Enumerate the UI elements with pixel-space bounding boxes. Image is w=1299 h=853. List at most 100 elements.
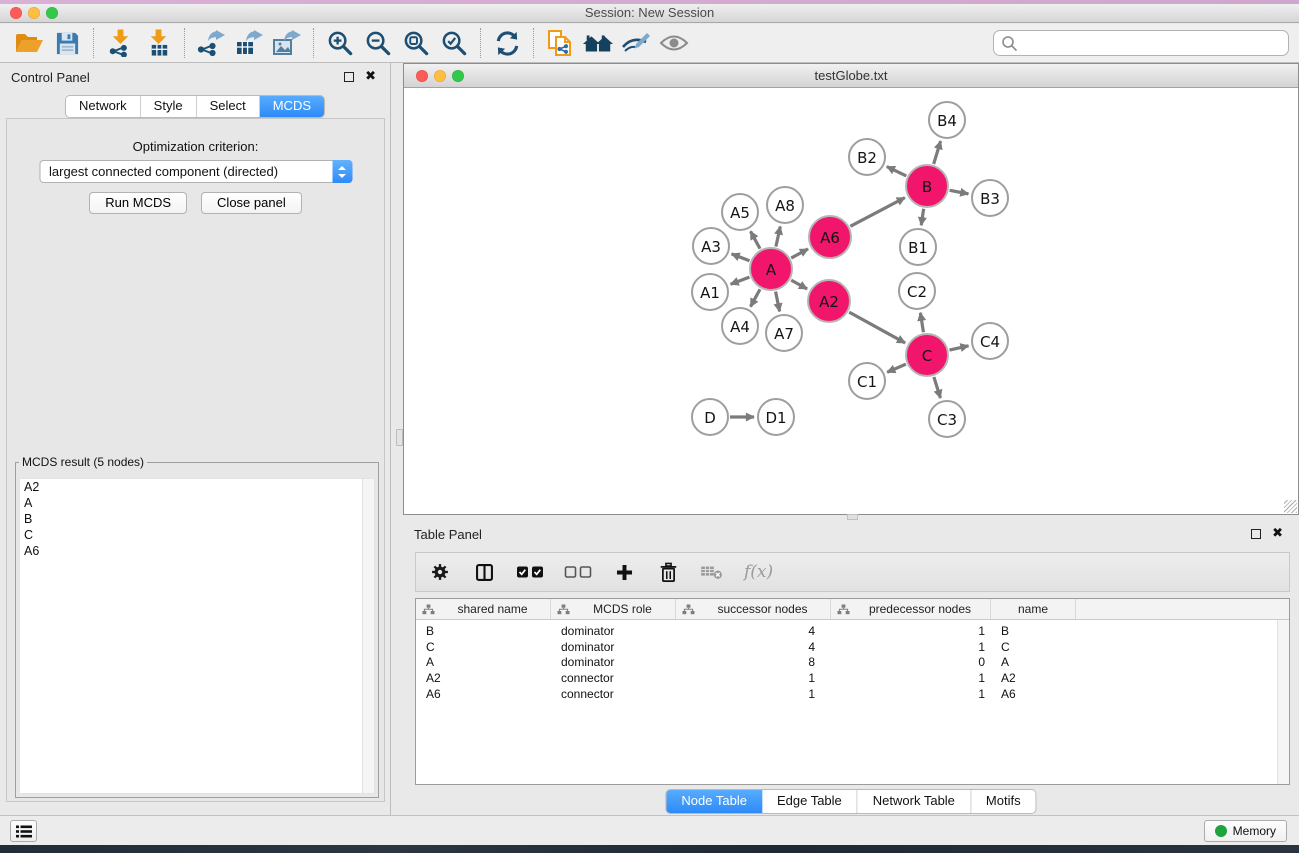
zoom-window-button[interactable] [46,7,58,19]
graph-node-B4[interactable]: B4 [929,102,965,138]
cell-successor-nodes[interactable]: 4 [676,640,831,654]
graph-node-B3[interactable]: B3 [972,180,1008,216]
export-table-button[interactable] [230,26,268,60]
graph-node-B1[interactable]: B1 [900,229,936,265]
deselect-all-button[interactable] [564,558,592,586]
graph-edge-A6-B[interactable] [850,198,905,227]
graph-node-C2[interactable]: C2 [899,273,935,309]
graph-node-D1[interactable]: D1 [758,399,794,435]
tab-node-table[interactable]: Node Table [666,790,762,813]
cell-name[interactable]: B [991,624,1076,638]
cell-name[interactable]: A2 [991,671,1076,685]
delete-columns-button[interactable] [656,558,680,586]
table-row[interactable]: Bdominator41B [416,623,1289,639]
table-row[interactable]: Adominator80A [416,655,1289,671]
delete-table-button[interactable] [700,558,724,586]
graph-edge-A2-C[interactable] [849,312,905,343]
export-network-button[interactable] [192,26,230,60]
graph-node-C3[interactable]: C3 [929,401,965,437]
zoom-in-button[interactable] [321,26,359,60]
graph-edge-C-C4[interactable] [949,346,968,350]
column-layout-button[interactable] [472,558,496,586]
graph-edge-B-B3[interactable] [950,190,969,194]
graph-node-A5[interactable]: A5 [722,194,758,230]
float-table-panel-icon[interactable] [1251,529,1261,539]
graph-edge-A-A8[interactable] [776,226,780,246]
zoom-out-button[interactable] [359,26,397,60]
search-box[interactable] [993,30,1289,56]
zoom-fit-button[interactable] [397,26,435,60]
cell-successor-nodes[interactable]: 1 [676,687,831,701]
optimization-criterion-dropdown[interactable]: largest connected component (directed) [39,160,352,183]
column-header-MCDS-role[interactable]: MCDS role [551,599,676,619]
tab-style[interactable]: Style [141,96,197,117]
graph-node-A3[interactable]: A3 [693,228,729,264]
graph-edge-B-B4[interactable] [934,141,941,164]
table-row[interactable]: A6connector11A6 [416,686,1289,702]
memory-button[interactable]: Memory [1204,820,1287,842]
tab-network[interactable]: Network [66,96,141,117]
column-header-shared-name[interactable]: shared name [416,599,551,619]
column-header-name[interactable]: name [991,599,1076,619]
graph-edge-A-A5[interactable] [751,231,761,248]
refresh-layout-button[interactable] [488,26,526,60]
table-row[interactable]: Cdominator41C [416,639,1289,655]
cell-shared-name[interactable]: A6 [416,687,551,701]
graph-edge-C-C2[interactable] [920,313,923,333]
home-views-button[interactable] [579,26,617,60]
add-column-button[interactable] [612,558,636,586]
close-window-button[interactable] [10,7,22,19]
cell-successor-nodes[interactable]: 1 [676,671,831,685]
graph-node-A[interactable]: A [750,248,792,290]
cell-predecessor-nodes[interactable]: 1 [831,624,991,638]
search-input[interactable] [1018,35,1281,52]
graph-node-A7[interactable]: A7 [766,315,802,351]
graph-edge-A-A4[interactable] [751,289,761,306]
graph-node-A8[interactable]: A8 [767,187,803,223]
graph-node-B[interactable]: B [906,165,948,207]
result-list-scrollbar[interactable] [362,479,374,793]
result-item-a[interactable]: A [20,495,374,511]
cell-shared-name[interactable]: B [416,624,551,638]
close-panel-button[interactable]: Close panel [201,192,302,214]
minimize-window-button[interactable] [28,7,40,19]
cell-name[interactable]: A [991,655,1076,669]
float-panel-icon[interactable] [344,72,354,82]
graph-edge-B-B2[interactable] [887,167,906,176]
column-header-predecessor-nodes[interactable]: predecessor nodes [831,599,991,619]
graph-node-D[interactable]: D [692,399,728,435]
cell-MCDS-role[interactable]: connector [551,671,676,685]
network-close-button[interactable] [416,70,428,82]
task-history-button[interactable] [10,820,37,842]
result-item-a6[interactable]: A6 [20,543,374,559]
graph-node-C1[interactable]: C1 [849,363,885,399]
save-session-button[interactable] [48,26,86,60]
network-canvas[interactable]: B4B2BB3A5A8A6A3AB1A1A2C2A4A7C4CC1DD1C3 [404,88,1298,514]
table-scrollbar[interactable] [1277,620,1289,784]
window-resize-grip[interactable] [1284,500,1297,513]
column-header-successor-nodes[interactable]: successor nodes [676,599,831,619]
tab-motifs[interactable]: Motifs [971,790,1036,813]
open-session-button[interactable] [10,26,48,60]
close-table-panel-icon[interactable]: ✖ [1272,529,1283,539]
cell-name[interactable]: A6 [991,687,1076,701]
result-item-c[interactable]: C [20,527,374,543]
graph-edge-A-A6[interactable] [791,249,808,258]
tab-edge-table[interactable]: Edge Table [762,790,858,813]
close-panel-icon[interactable]: ✖ [365,72,376,82]
function-builder-button[interactable]: f(x) [744,558,773,586]
import-network-button[interactable] [101,26,139,60]
cell-shared-name[interactable]: C [416,640,551,654]
cell-predecessor-nodes[interactable]: 0 [831,655,991,669]
cell-shared-name[interactable]: A [416,655,551,669]
network-window-titlebar[interactable]: testGlobe.txt [404,64,1298,88]
cell-MCDS-role[interactable]: connector [551,687,676,701]
graph-edge-C-C3[interactable] [934,377,941,398]
tab-mcds[interactable]: MCDS [260,96,324,117]
result-item-b[interactable]: B [20,511,374,527]
graph-node-A6[interactable]: A6 [809,216,851,258]
graph-node-A4[interactable]: A4 [722,308,758,344]
graph-node-C[interactable]: C [906,334,948,376]
graph-edge-A-A1[interactable] [731,277,750,284]
zoom-selected-button[interactable] [435,26,473,60]
